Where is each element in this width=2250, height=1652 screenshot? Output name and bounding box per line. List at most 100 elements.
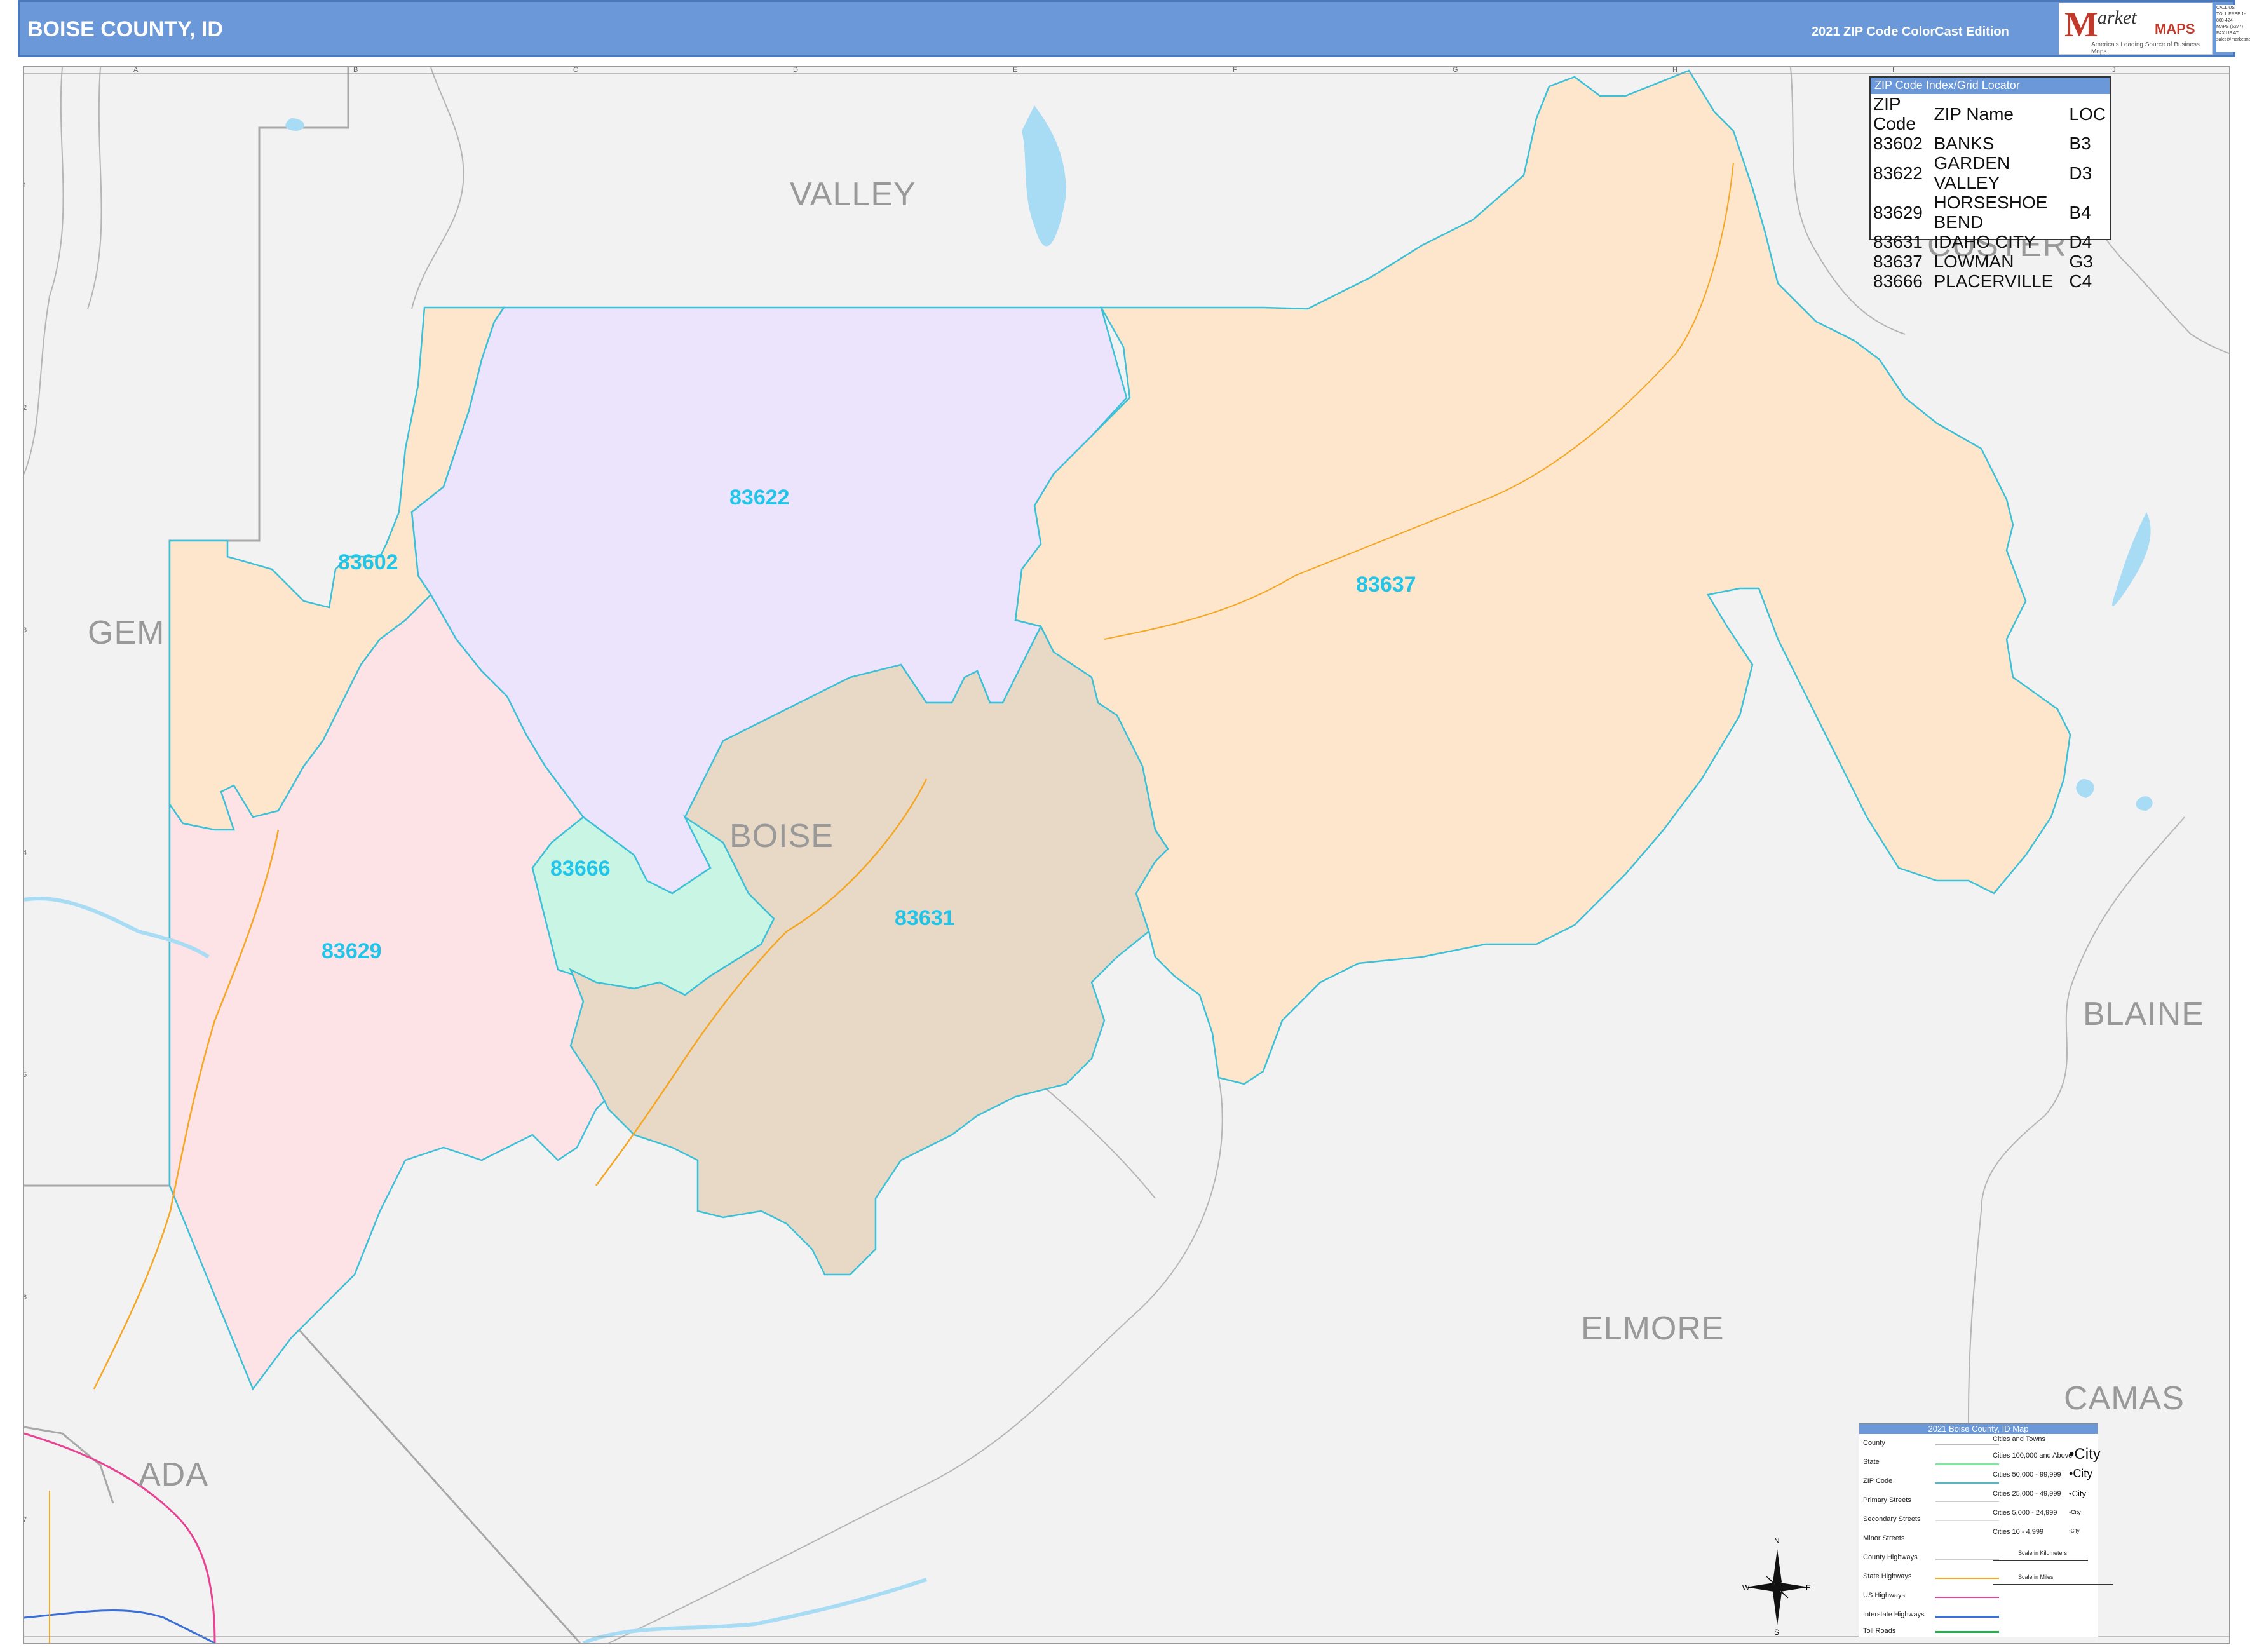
compass-n-label: N (1774, 1536, 1780, 1545)
valley-boundary-north (411, 67, 464, 309)
gem-west-line (24, 67, 64, 475)
zip-index-col-loc: LOC (2069, 104, 2106, 124)
legend-line-primary (1935, 1501, 1999, 1502)
county-label-camas: CAMAS (2064, 1380, 2185, 1417)
lake-small-3 (2136, 796, 2153, 811)
zip-index-cell: HORSESHOE BEND (1934, 193, 2048, 232)
city-example-text: City (2074, 1446, 2101, 1463)
legend-cities-heading: Cities and Towns (1993, 1435, 2045, 1443)
zip-index-cell: C4 (2069, 271, 2092, 291)
zip-index-row[interactable]: 83602 BANKS B3 (1873, 133, 2110, 153)
zip-index-row[interactable]: 83666 PLACERVILLE C4 (1873, 271, 2110, 291)
legend-item-state: State (1863, 1458, 1880, 1466)
gem-second-line (87, 67, 102, 309)
map-title: BOISE COUNTY, ID (27, 17, 223, 41)
zip-regions (168, 69, 2071, 1391)
legend-item-county-hwy: County Highways (1863, 1554, 1918, 1561)
map-header: BOISE COUNTY, ID 2021 ZIP Code ColorCast… (18, 0, 2235, 57)
county-label-gem: GEM (88, 614, 165, 651)
legend-line-state (1935, 1463, 1999, 1465)
legend-item-zip: ZIP Code (1863, 1477, 1893, 1485)
edition-label: 2021 ZIP Code ColorCast Edition (1812, 25, 2009, 39)
grid-number: 1 (23, 182, 27, 189)
interstate-84 (24, 1609, 215, 1643)
zip-index-cell: 83622 (1873, 163, 1923, 183)
zip-index-cell: IDAHO CITY (1934, 232, 2036, 252)
grid-letter: I (1892, 66, 1895, 74)
zip-index-cell: 83629 (1873, 202, 1923, 222)
compass-svg (1745, 1549, 1809, 1625)
zip-index-cell: 83602 (1873, 133, 1923, 153)
legend-city-example: •City (2069, 1467, 2093, 1480)
zip-index-row[interactable]: 83629 HORSESHOE BEND B4 (1873, 193, 2110, 232)
zip-index-cell: 83631 (1873, 232, 1923, 252)
grid-number: 2 (23, 404, 27, 412)
logo-text: arket (2098, 7, 2137, 28)
zip-index-cell: G3 (2069, 252, 2093, 271)
grid-number: 3 (23, 626, 27, 634)
lake-small-1 (285, 118, 304, 131)
zip-label-83666[interactable]: 83666 (550, 856, 611, 881)
compass-north-point (1773, 1549, 1782, 1587)
county-label-elmore: ELMORE (1581, 1310, 1725, 1347)
zip-index-cell: B3 (2069, 133, 2091, 153)
grid-letter: B (353, 66, 358, 74)
zip-index-header-row: ZIP Code ZIP Name LOC (1873, 94, 2110, 133)
logo-contact: CALL US TOLL FREE 1-800-424-MAPS (6277) … (2216, 5, 2250, 52)
zip-label-83622[interactable]: 83622 (729, 485, 790, 510)
legend-item-toll: Toll Roads (1863, 1627, 1896, 1635)
county-label-valley: VALLEY (790, 176, 916, 213)
legend-item-secondary: Secondary Streets (1863, 1515, 1921, 1523)
legend-item-minor: Minor Streets (1863, 1534, 1905, 1542)
zip-index-cell: LOWMAN (1934, 252, 2014, 271)
zip-index-cell: 83666 (1873, 271, 1923, 291)
city-example-text: City (2071, 1489, 2086, 1498)
zip-label-83602[interactable]: 83602 (338, 550, 398, 575)
market-maps-logo[interactable]: M arket MAPS America's Leading Source of… (2059, 3, 2213, 55)
legend-item-interstate: Interstate Highways (1863, 1611, 1925, 1618)
grid-number: 6 (23, 1294, 27, 1301)
map-drawing (24, 67, 2229, 1643)
zip-index-col-zip: ZIP Code (1873, 94, 1916, 133)
grid-number: 5 (23, 1071, 27, 1079)
grid-number: 4 (23, 849, 27, 856)
zip-index-cell: D4 (2069, 232, 2092, 252)
legend-scale-km-bar (1993, 1560, 2088, 1561)
legend-city-example: •City (2069, 1489, 2086, 1498)
zip-index-cell: B4 (2069, 202, 2091, 222)
map-legend: 2021 Boise County, ID Map County State Z… (1859, 1423, 2113, 1637)
county-label-ada: ADA (139, 1456, 208, 1493)
zip-index-row[interactable]: 83631 IDAHO CITY D4 (1873, 232, 2110, 252)
city-example-text: City (2073, 1467, 2093, 1480)
compass-west-point (1745, 1583, 1777, 1592)
zip-label-83629[interactable]: 83629 (322, 939, 382, 964)
compass-w-label: W (1742, 1583, 1750, 1592)
zip-index-cell: GARDEN VALLEY (1934, 153, 2010, 193)
compass-e-label: E (1806, 1583, 1812, 1592)
grid-letter: D (793, 66, 798, 74)
legend-line-zip (1935, 1482, 1999, 1484)
logo-tagline: America's Leading Source of Business Map… (2091, 41, 2200, 55)
grid-letter: A (133, 66, 139, 74)
city-example-text: City (2070, 1528, 2080, 1534)
zip-index-cell: D3 (2069, 163, 2092, 183)
logo-maps-text: MAPS (2155, 21, 2195, 37)
lake-east (2112, 512, 2151, 607)
lake-small-2 (2076, 779, 2094, 798)
zip-label-83631[interactable]: 83631 (895, 906, 955, 931)
zip-index-cell: BANKS (1934, 133, 1995, 153)
legend-city-example: •City (2069, 1528, 2080, 1534)
compass-east-point (1777, 1583, 1809, 1592)
zip-index-row[interactable]: 83622 GARDEN VALLEY D3 (1873, 153, 2110, 193)
county-label-blaine: BLAINE (2083, 996, 2204, 1032)
county-label-boise: BOISE (729, 818, 834, 855)
boise-river (582, 1578, 927, 1643)
map-canvas[interactable]: VALLEY CUSTER GEM BOISE BLAINE ELMORE CA… (23, 66, 2230, 1644)
legend-scale-km: Scale in Kilometers (2018, 1550, 2068, 1556)
legend-city-range: Cities 100,000 and Above (1993, 1452, 2073, 1459)
zip-index-cell: 83637 (1873, 252, 1923, 271)
zip-index-row[interactable]: 83637 LOWMAN G3 (1873, 252, 2110, 271)
legend-item-state-hwy: State Highways (1863, 1573, 1912, 1580)
legend-city-range: Cities 10 - 4,999 (1993, 1528, 2044, 1536)
zip-label-83637[interactable]: 83637 (1356, 572, 1416, 597)
